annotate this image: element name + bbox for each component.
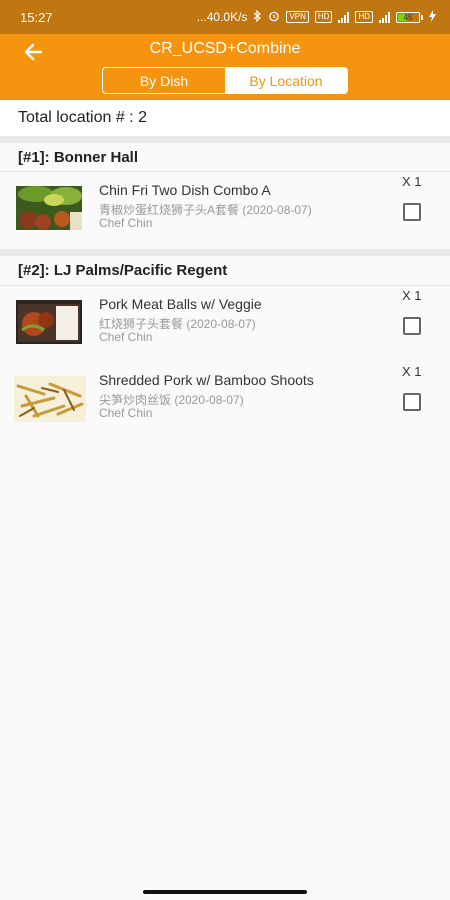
battery-icon: 45	[396, 11, 423, 23]
dish-image	[16, 186, 82, 230]
item-checkbox[interactable]	[403, 317, 421, 335]
battery-level: 45	[403, 12, 413, 22]
dish-image	[16, 300, 82, 344]
hd-icon: HD	[314, 11, 333, 23]
chef-name: Chef Chin	[99, 216, 153, 230]
dish-name: Shredded Pork w/ Bamboo Shoots	[99, 372, 314, 388]
page-title: CR_UCSD+Combine	[149, 40, 301, 57]
section-separator	[0, 249, 450, 256]
status-bar: 15:27 ...40.0K/s VPN HD HD 45	[0, 0, 450, 34]
home-indicator[interactable]	[143, 890, 307, 894]
dish-name: Pork Meat Balls w/ Veggie	[99, 296, 262, 312]
dish-name: Chin Fri Two Dish Combo A	[99, 182, 271, 198]
chef-name: Chef Chin	[99, 330, 153, 344]
status-icons: ...40.0K/s VPN HD HD 45	[196, 9, 436, 25]
item-checkbox[interactable]	[403, 393, 421, 411]
hd-icon-2: HD	[355, 11, 373, 23]
bluetooth-icon	[253, 9, 262, 25]
charging-icon	[429, 9, 436, 25]
chef-name: Chef Chin	[99, 406, 153, 420]
section-separator	[0, 136, 450, 143]
alarm-icon	[268, 10, 280, 25]
vpn-icon: VPN	[286, 11, 309, 23]
quantity-label: X 1	[402, 364, 422, 379]
item-checkbox[interactable]	[403, 203, 421, 221]
network-speed: ...40.0K/s	[196, 10, 248, 24]
quantity-label: X 1	[402, 174, 422, 189]
list-item: Shredded Pork w/ Bamboo Shoots 尖笋炒肉丝饭 (2…	[0, 364, 450, 430]
list-item: Pork Meat Balls w/ Veggie 红烧狮子头套餐 (2020-…	[0, 288, 450, 354]
divider	[0, 285, 450, 286]
view-toggle: By Dish By Location	[102, 67, 348, 94]
dish-image	[14, 376, 86, 422]
list-item: Chin Fri Two Dish Combo A 青椒炒蛋红烧狮子头A套餐 (…	[0, 174, 450, 240]
status-time: 15:27	[20, 9, 53, 25]
divider	[0, 171, 450, 172]
tab-by-location[interactable]: By Location	[225, 68, 347, 93]
quantity-label: X 1	[402, 288, 422, 303]
total-location-count: Total location # : 2	[0, 100, 450, 136]
app-bar: CR_UCSD+Combine By Dish By Location	[0, 34, 450, 100]
signal-icon	[338, 11, 350, 23]
location-title-2: [#2]: LJ Palms/Pacific Regent	[18, 262, 228, 279]
signal-icon-2	[379, 11, 390, 23]
location-title-1: [#1]: Bonner Hall	[18, 149, 139, 166]
tab-by-dish[interactable]: By Dish	[103, 68, 225, 93]
